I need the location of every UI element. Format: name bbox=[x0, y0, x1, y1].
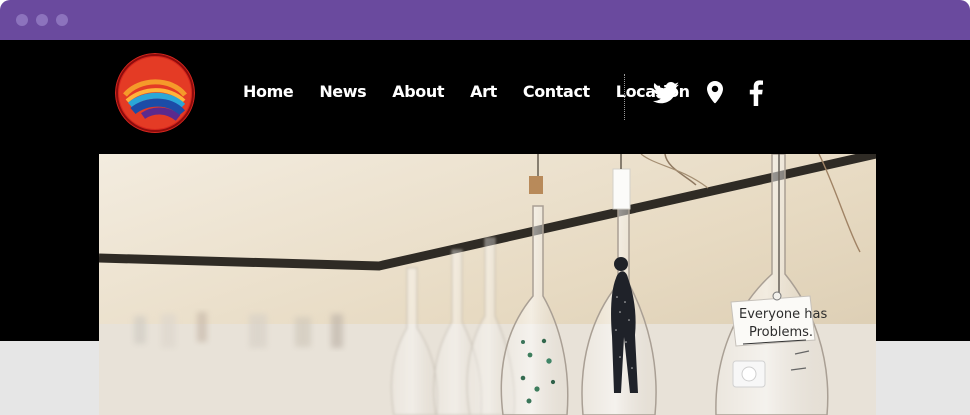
swirl-logo-icon[interactable] bbox=[115, 53, 195, 133]
web-page: Home News About Art Contact Location Eve… bbox=[0, 40, 970, 415]
location-pin-icon[interactable] bbox=[701, 79, 729, 107]
nav-home-link[interactable]: Home bbox=[243, 84, 294, 100]
window-titlebar bbox=[0, 0, 970, 40]
twitter-icon[interactable] bbox=[652, 79, 680, 107]
nav-news-link[interactable]: News bbox=[319, 84, 366, 100]
window-zoom-button[interactable] bbox=[56, 14, 68, 26]
hero-photo: Everyone has Problems. bbox=[99, 154, 876, 415]
window-close-button[interactable] bbox=[16, 14, 28, 26]
nav-about-link[interactable]: About bbox=[392, 84, 444, 100]
window-minimize-button[interactable] bbox=[36, 14, 48, 26]
bottles-artwork-illustration: Everyone has Problems. bbox=[99, 154, 876, 415]
hero-tag-line-2: Problems. bbox=[749, 325, 813, 340]
browser-window: Home News About Art Contact Location Eve… bbox=[0, 0, 970, 415]
nav-divider bbox=[624, 74, 625, 120]
nav-contact-link[interactable]: Contact bbox=[523, 84, 590, 100]
facebook-icon[interactable] bbox=[742, 79, 770, 107]
site-header: Home News About Art Contact Location bbox=[0, 40, 970, 154]
nav-art-link[interactable]: Art bbox=[470, 84, 497, 100]
hero-tag-line-1: Everyone has bbox=[739, 307, 827, 322]
main-navigation: Home News About Art Contact Location bbox=[243, 84, 690, 100]
